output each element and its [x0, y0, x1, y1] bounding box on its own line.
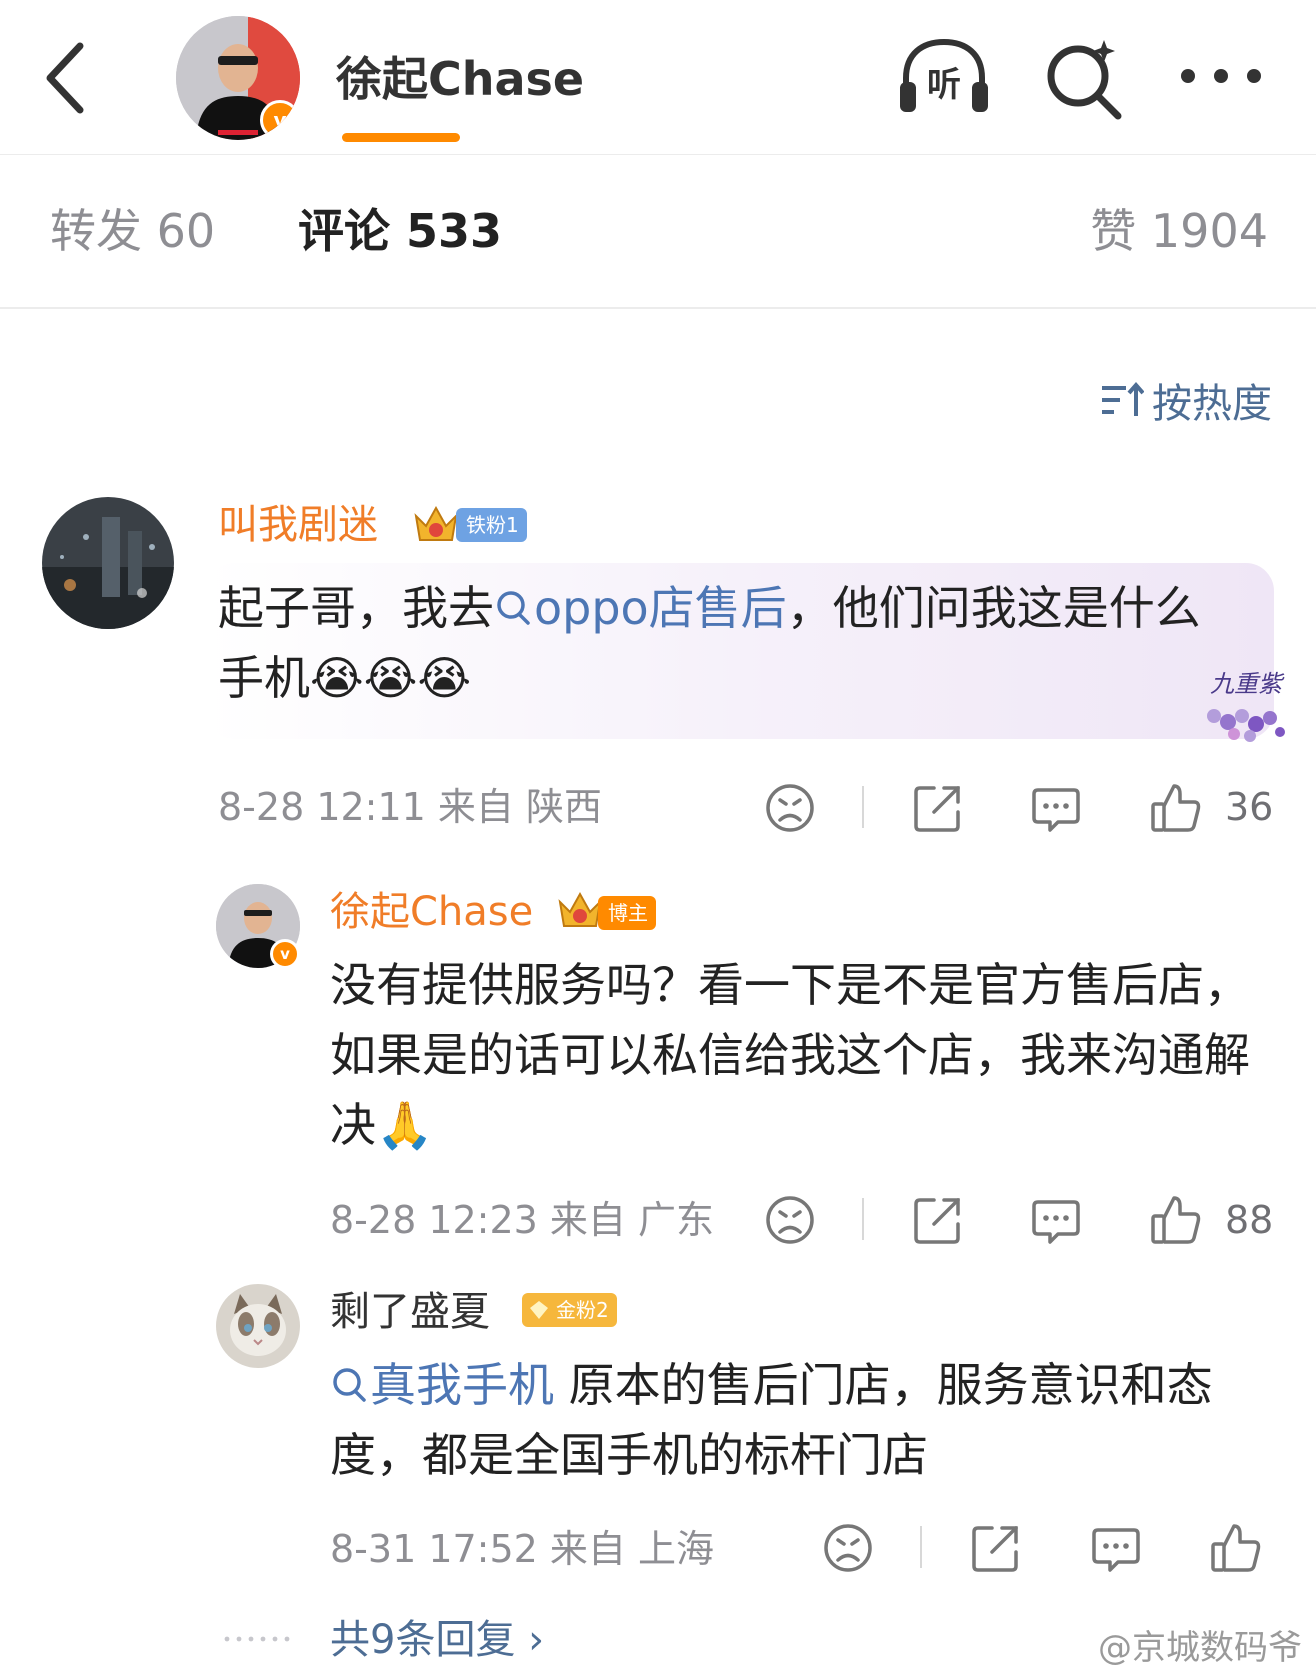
topic-link[interactable]: oppo店售后: [494, 581, 787, 635]
action-divider: [862, 786, 864, 828]
author-avatar[interactable]: v: [176, 16, 300, 140]
crown-icon: [558, 891, 602, 927]
page-title: 徐起Chase: [336, 52, 585, 106]
active-tab-indicator: [342, 133, 460, 142]
action-divider: [862, 1198, 864, 1240]
top-bar: v 徐起Chase 听: [0, 0, 1316, 155]
replier-avatar[interactable]: [216, 1284, 300, 1368]
thumbs-up-icon[interactable]: [1148, 780, 1204, 836]
reply-text: 没有提供服务吗？看一下是不是官方售后店，如果是的话可以私信给我这个店，我来沟通解…: [330, 958, 1250, 1152]
thumbs-up-icon[interactable]: [1148, 1192, 1204, 1248]
verified-badge-icon: v: [270, 939, 300, 969]
blogger-badge: 博主: [598, 896, 656, 930]
comment-icon[interactable]: [1028, 1192, 1084, 1248]
wisteria-decoration-icon: 九重紫: [1207, 670, 1285, 742]
fan-level-badge: 铁粉1: [456, 508, 527, 542]
reply-meta: 8-28 12:23 来自 广东: [330, 1198, 714, 1242]
comment-text: 起子哥，我去 oppo店售后，他们问我这是什么手机😭😭😭: [218, 581, 1201, 705]
share-icon[interactable]: [910, 780, 966, 836]
diamond-icon: [530, 1301, 548, 1319]
rainy-window-avatar-icon: [42, 497, 174, 629]
comment-meta: 8-28 12:11 来自 陕西: [218, 785, 602, 829]
thumbs-up-icon[interactable]: [1208, 1520, 1264, 1576]
view-all-replies-link[interactable]: 共9条回复 ›: [330, 1612, 544, 1668]
search-icon: [497, 591, 530, 625]
fan-level-badge: 金粉2: [522, 1293, 617, 1327]
like-count: 88: [1225, 1198, 1274, 1242]
tab-reposts[interactable]: 转发 60: [50, 201, 215, 261]
commenter-avatar[interactable]: [42, 497, 174, 629]
search-icon: [333, 1368, 366, 1402]
replier-name[interactable]: 剩了盛夏: [330, 1284, 490, 1340]
like-count: 36: [1225, 785, 1274, 829]
chevron-left-icon[interactable]: [40, 38, 100, 118]
tab-comments[interactable]: 评论 533: [298, 201, 502, 261]
reply-author-name[interactable]: 徐起Chase: [330, 884, 533, 940]
svg-text:九重紫: 九重紫: [1210, 670, 1285, 698]
commenter-name[interactable]: 叫我剧迷: [218, 497, 378, 553]
comment-icon[interactable]: [1088, 1520, 1144, 1576]
topic-link[interactable]: 真我手机: [330, 1358, 554, 1412]
comment-icon[interactable]: [1028, 780, 1084, 836]
share-icon[interactable]: [968, 1520, 1024, 1576]
action-divider: [920, 1526, 922, 1568]
sort-icon: [1102, 381, 1144, 416]
verified-badge-icon: v: [260, 100, 300, 140]
unhappy-face-icon[interactable]: [820, 1520, 876, 1576]
unhappy-face-icon[interactable]: [762, 1192, 818, 1248]
thread-dots: [224, 1636, 290, 1642]
watermark: @京城数码爷: [1098, 1628, 1302, 1668]
reply-meta: 8-31 17:52 来自 上海: [330, 1527, 714, 1571]
reply-text: 真我手机 原本的售后门店，服务意识和态度，都是全国手机的标杆门店: [330, 1358, 1213, 1482]
sort-label: 按热度: [1152, 381, 1272, 427]
tab-bar: 转发 60 评论 533 赞 1904: [0, 155, 1316, 309]
search-icon[interactable]: [1042, 36, 1126, 120]
unhappy-face-icon[interactable]: [762, 780, 818, 836]
tab-likes[interactable]: 赞 1904: [1090, 201, 1268, 261]
svg-text:听: 听: [927, 65, 961, 105]
headphones-listen-icon[interactable]: 听: [896, 36, 992, 116]
sort-button[interactable]: 按热度: [1100, 370, 1272, 430]
share-icon[interactable]: [910, 1192, 966, 1248]
more-options-icon[interactable]: [1176, 56, 1266, 96]
crown-icon: [414, 505, 458, 541]
cat-photo-icon: [216, 1284, 300, 1368]
